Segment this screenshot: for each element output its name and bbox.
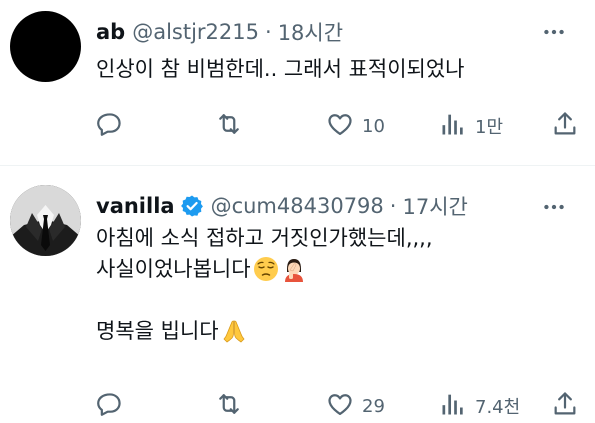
- like-count: 10: [362, 115, 385, 137]
- timestamp[interactable]: 17시간: [402, 191, 467, 221]
- avatar[interactable]: [10, 185, 81, 256]
- like-icon: [326, 110, 354, 143]
- tweet-header: ab @alstjr2215 · 18시간: [96, 15, 343, 49]
- reply-icon: [96, 110, 124, 143]
- folded-hands-emoji-icon: [221, 318, 247, 344]
- tweet-text: 아침에 소식 접하고 거짓인가했는데,,,, 사실이었나봅니다 명복을 빕니다: [96, 223, 433, 347]
- retweet-button[interactable]: [215, 111, 243, 141]
- views-button[interactable]: 1만: [439, 111, 503, 141]
- view-count: 7.4천: [475, 397, 521, 418]
- view-count: 1만: [475, 117, 504, 138]
- tweet-text: 인상이 참 비범한데.. 그래서 표적이되었나: [96, 54, 465, 85]
- retweet-button[interactable]: [215, 391, 243, 421]
- tweet-text-line: 사실이었나봅니다: [96, 257, 251, 281]
- tweet-text-line: 명복을 빕니다: [96, 319, 219, 343]
- verified-badge-icon: [180, 194, 204, 218]
- pensive-face-emoji-icon: [253, 256, 279, 282]
- user-handle[interactable]: @cum48430798: [211, 194, 384, 218]
- action-bar: 29 7.4천: [96, 391, 576, 421]
- tweet[interactable]: ab @alstjr2215 · 18시간 인상이 참 비범한데.. 그래서 표…: [0, 0, 595, 166]
- views-button[interactable]: 7.4천: [439, 391, 520, 421]
- more-icon[interactable]: [541, 194, 567, 220]
- views-icon: [439, 110, 467, 143]
- like-button[interactable]: 10: [326, 111, 385, 141]
- avatar[interactable]: [10, 11, 81, 82]
- share-button[interactable]: [551, 391, 579, 421]
- share-icon: [551, 390, 579, 423]
- reply-button[interactable]: [96, 391, 124, 421]
- user-handle[interactable]: @alstjr2215: [132, 20, 259, 44]
- reply-button[interactable]: [96, 111, 124, 141]
- display-name[interactable]: ab: [96, 20, 125, 44]
- tweet-header: vanilla @cum48430798 · 17시간: [96, 189, 468, 223]
- tweet-text-line: 아침에 소식 접하고 거짓인가했는데,,,,: [96, 226, 433, 250]
- tweet-text-line: 인상이 참 비범한데.. 그래서 표적이되었나: [96, 57, 465, 81]
- views-icon: [439, 390, 467, 423]
- timestamp[interactable]: 18시간: [278, 17, 343, 47]
- separator: ·: [389, 194, 397, 218]
- share-button[interactable]: [551, 111, 579, 141]
- tweet[interactable]: vanilla @cum48430798 · 17시간 아침에 소식 접하고 거…: [0, 166, 595, 421]
- like-icon: [326, 390, 354, 423]
- separator: ·: [265, 20, 272, 44]
- retweet-icon: [215, 110, 243, 143]
- person-facepalming-emoji-icon: [281, 256, 307, 282]
- reply-icon: [96, 390, 124, 423]
- retweet-icon: [215, 390, 243, 423]
- share-icon: [551, 110, 579, 143]
- like-count: 29: [362, 395, 385, 417]
- action-bar: 10 1만: [96, 111, 576, 141]
- like-button[interactable]: 29: [326, 391, 385, 421]
- display-name[interactable]: vanilla: [96, 194, 175, 218]
- more-icon[interactable]: [541, 19, 567, 45]
